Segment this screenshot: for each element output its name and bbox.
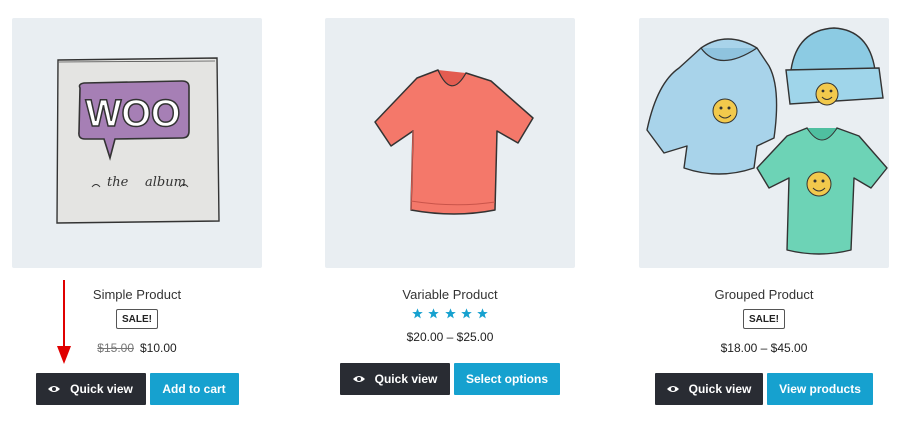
star-icon — [428, 308, 439, 319]
product-title[interactable]: Grouped Product — [639, 287, 889, 303]
star-icon — [461, 308, 472, 319]
product-image-tshirt[interactable] — [325, 18, 575, 268]
product-price: $18.00 – $45.00 — [639, 341, 889, 355]
eye-icon — [352, 375, 365, 383]
sale-badge: SALE! — [743, 309, 785, 329]
price-old: $15.00 — [97, 341, 134, 355]
product-title[interactable]: Variable Product — [325, 287, 575, 303]
tshirt-illustration — [374, 69, 534, 215]
quick-view-button[interactable]: Quick view — [35, 373, 146, 405]
product-card-simple: WOO the album Simple Product SALE! $15.0… — [12, 18, 262, 405]
product-actions: Quick view Select options — [325, 363, 575, 395]
product-price: $20.00 – $25.00 — [325, 330, 575, 344]
price-range: $20.00 – $25.00 — [406, 330, 494, 344]
sale-badge: SALE! — [116, 309, 158, 329]
quick-view-label: Quick view — [374, 372, 438, 386]
product-actions: Quick view View products — [639, 373, 889, 405]
product-image-clothing-set[interactable] — [639, 18, 889, 268]
add-to-cart-button[interactable]: Add to cart — [149, 373, 239, 405]
product-card-variable: Variable Product $20.00 – $25.00 Quick v… — [325, 18, 575, 395]
album-woo-text: WOO — [86, 93, 181, 135]
star-icon — [411, 308, 423, 319]
quick-view-label: Quick view — [70, 382, 133, 396]
price-range: $18.00 – $45.00 — [720, 341, 808, 355]
quick-view-label: Quick view — [688, 382, 752, 396]
price-current: $10.00 — [140, 341, 177, 355]
album-the-text: the — [107, 175, 129, 190]
eye-icon — [48, 385, 61, 393]
product-actions: Quick view Add to cart — [12, 373, 262, 405]
quick-view-button[interactable]: Quick view — [340, 363, 450, 395]
album-illustration: WOO the album — [56, 57, 220, 224]
product-image-album[interactable]: WOO the album — [12, 18, 262, 268]
album-album-text: album — [145, 175, 186, 190]
rating-stars — [325, 308, 575, 322]
product-title[interactable]: Simple Product — [12, 287, 262, 303]
star-icon — [477, 308, 489, 319]
view-products-button[interactable]: View products — [767, 373, 873, 405]
product-card-grouped: Grouped Product SALE! $18.00 – $45.00 Qu… — [639, 18, 889, 405]
product-price: $15.00 $10.00 — [12, 341, 262, 355]
quick-view-button[interactable]: Quick view — [655, 373, 763, 405]
star-icon — [444, 308, 456, 319]
annotation-arrow-icon — [57, 280, 71, 364]
clothing-set-illustration — [646, 27, 888, 255]
eye-icon — [666, 385, 679, 393]
select-options-button[interactable]: Select options — [454, 363, 560, 395]
